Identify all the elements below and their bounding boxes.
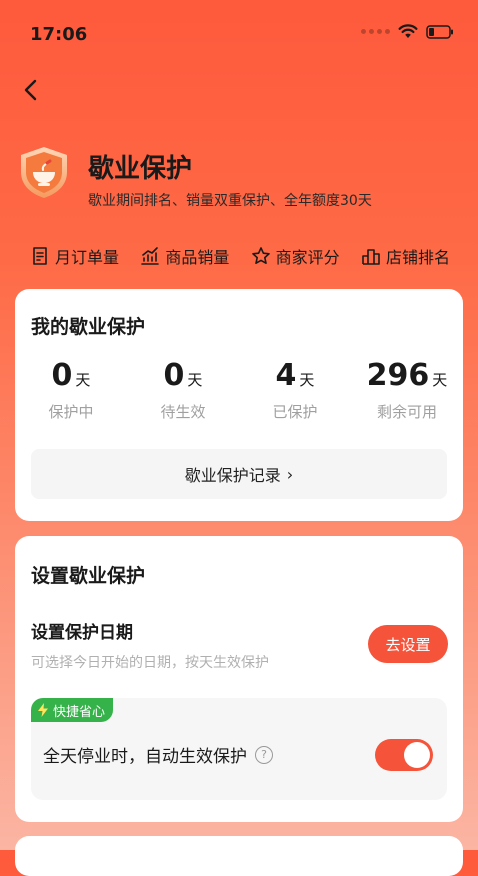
- chevron-right-icon: ›: [286, 464, 294, 484]
- stat-label: 已保护: [272, 403, 318, 421]
- stat-value: 4: [275, 358, 297, 393]
- protection-date-description: 可选择今日开始的日期，按天生效保护: [31, 655, 269, 671]
- benefit-product-sales: 商品销量: [140, 244, 229, 268]
- stat-protecting: 0 天 保护中: [15, 359, 127, 422]
- benefits-row: 月订单量 商品销量 商家评分 店铺排名: [30, 244, 450, 268]
- stat-unit: 天: [75, 371, 91, 389]
- stat-unit: 天: [187, 371, 203, 389]
- my-protection-card: 我的歇业保护 0 天 保护中 0 天 待生效 4 天 已保护 296 天 剩余可…: [15, 289, 463, 521]
- protection-stats: 0 天 保护中 0 天 待生效 4 天 已保护 296 天 剩余可用: [15, 359, 463, 422]
- stat-protected: 4 天 已保护: [239, 359, 351, 422]
- help-icon[interactable]: ?: [255, 745, 273, 764]
- document-icon: [33, 247, 47, 265]
- benefit-label: 店铺排名: [385, 248, 450, 267]
- auto-protection-label: 全天停业时，自动生效保护: [43, 747, 247, 767]
- go-set-button[interactable]: 去设置: [368, 625, 448, 663]
- auto-protection-row: 全天停业时，自动生效保护 ?: [43, 742, 273, 767]
- battery-icon: [426, 24, 454, 39]
- stat-label: 剩余可用: [376, 403, 437, 421]
- signal-icon: [361, 29, 390, 34]
- protection-record-button[interactable]: 歇业保护记录 ›: [31, 449, 447, 499]
- benefit-merchant-rating: 商家评分: [251, 244, 340, 268]
- back-button[interactable]: [18, 76, 46, 104]
- status-icons: [361, 24, 454, 39]
- card-title: 设置歇业保护: [31, 565, 146, 587]
- status-time: 17:06: [30, 24, 88, 45]
- toggle-knob: [404, 742, 430, 768]
- stat-value: 0: [163, 358, 185, 393]
- next-card: [15, 836, 463, 876]
- benefit-store-ranking: 店铺排名: [361, 244, 450, 268]
- record-button-label: 歇业保护记录: [184, 466, 281, 485]
- protection-date-title: 设置保护日期: [31, 623, 133, 643]
- benefit-monthly-orders: 月订单量: [30, 244, 119, 268]
- lightning-icon: [38, 703, 48, 717]
- quick-tag-badge: 快捷省心: [31, 698, 114, 722]
- stat-value: 296: [366, 358, 430, 393]
- settings-card: 设置歇业保护 设置保护日期 可选择今日开始的日期，按天生效保护 去设置 快捷省心…: [15, 536, 463, 822]
- stat-label: 待生效: [160, 403, 206, 421]
- stat-unit: 天: [432, 371, 448, 389]
- page-title: 歇业保护: [88, 154, 193, 184]
- bar-ranking-icon: [362, 249, 380, 265]
- stat-pending: 0 天 待生效: [127, 359, 239, 422]
- stat-unit: 天: [299, 371, 315, 389]
- wifi-icon: [398, 24, 418, 39]
- stat-value: 0: [51, 358, 73, 393]
- stat-label: 保护中: [48, 403, 94, 421]
- auto-protection-panel: 快捷省心 全天停业时，自动生效保护 ?: [31, 698, 447, 800]
- benefit-label: 月订单量: [55, 248, 120, 267]
- trend-chart-icon: [141, 247, 160, 265]
- star-icon: [251, 247, 270, 264]
- quick-tag-label: 快捷省心: [53, 704, 106, 720]
- page-subtitle: 歇业期间排名、销量双重保护、全年额度30天: [88, 193, 372, 209]
- chevron-left-icon: [24, 79, 37, 101]
- card-title: 我的歇业保护: [31, 316, 146, 338]
- auto-protection-toggle[interactable]: [375, 739, 433, 771]
- stat-remaining: 296 天 剩余可用: [351, 359, 463, 422]
- shield-bowl-icon: [16, 144, 72, 200]
- status-bar: 17:06: [0, 0, 478, 60]
- benefit-label: 商家评分: [275, 248, 340, 267]
- benefit-label: 商品销量: [165, 248, 230, 267]
